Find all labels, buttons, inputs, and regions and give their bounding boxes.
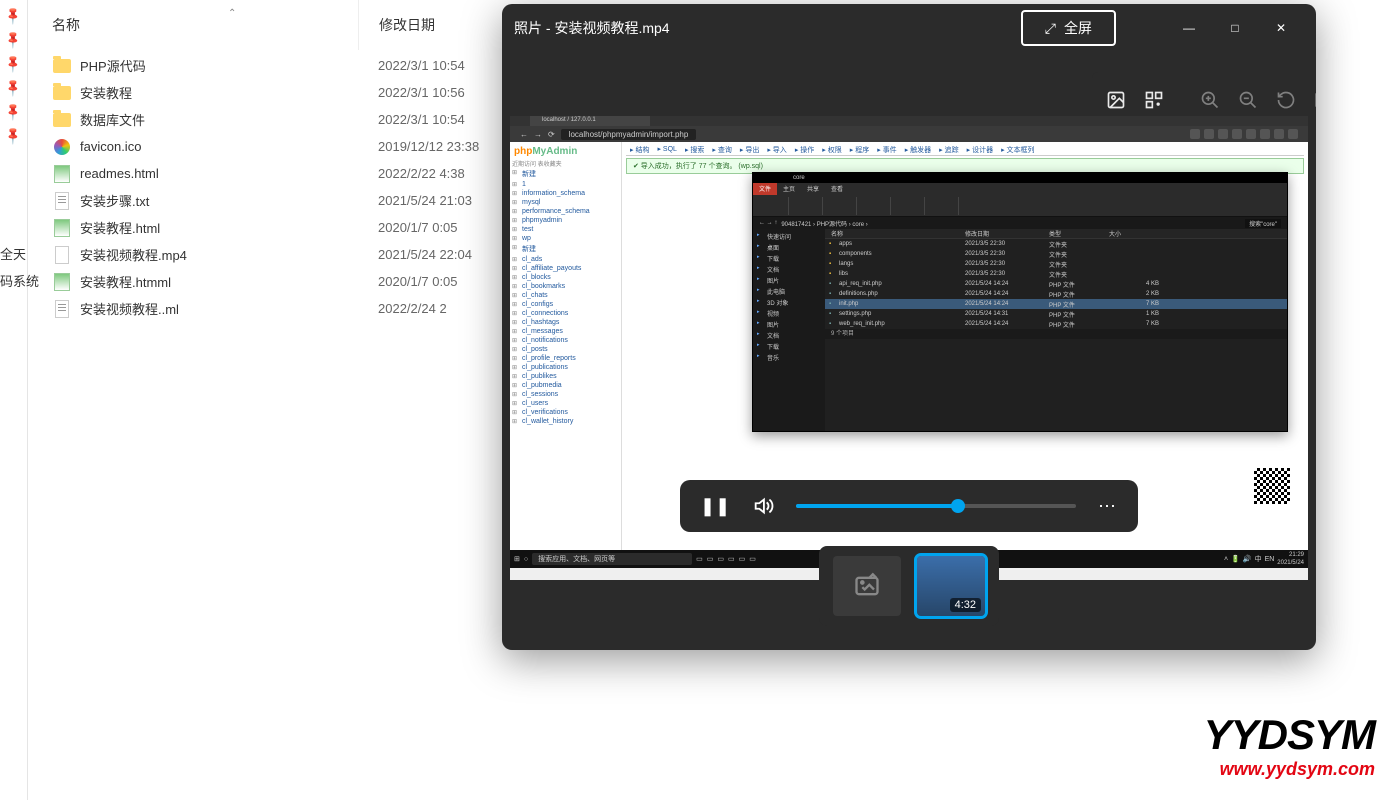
inner-explorer-window: core 文件主页共享查看 ← → ↑904817421 › PHP源代码 › … xyxy=(752,172,1288,432)
seek-slider[interactable] xyxy=(796,504,1076,508)
browser-addressbar: ← → ⟳ localhost/phpmyadmin/import.php xyxy=(510,126,1308,142)
inner-title: core xyxy=(753,173,1287,183)
file-list: PHP源代码2022/3/1 10:54安装教程2022/3/1 10:56数据… xyxy=(28,52,558,322)
file-row[interactable]: 安装视频教程.mp42021/5/24 22:04 xyxy=(28,241,558,268)
txt-icon xyxy=(52,191,72,211)
window-title: 照片 - 安装视频教程.mp4 xyxy=(514,18,670,38)
inner-search: 搜索"core" xyxy=(1245,219,1281,228)
seek-fill xyxy=(796,504,958,508)
strip-time-badge: 4:32 xyxy=(950,598,981,612)
ico-icon xyxy=(52,137,72,157)
inner-statusbar: 9 个项目 xyxy=(825,329,1287,339)
html-icon xyxy=(52,218,72,238)
html-icon xyxy=(52,272,72,292)
file-row[interactable]: 安装步骤.txt2021/5/24 21:03 xyxy=(28,187,558,214)
forward-icon: → xyxy=(534,130,542,139)
pma-tabs: ▸ 结构▸ SQL▸ 搜索▸ 查询▸ 导出▸ 导入▸ 操作▸ 权限▸ 程序▸ 事… xyxy=(626,144,1304,156)
media-strip: 4:32 xyxy=(819,546,999,626)
pin-icon: 📌 xyxy=(3,125,26,148)
ribbon: 文件主页共享查看 xyxy=(753,183,1287,217)
explorer-pin-strip: 📌 📌 📌 📌 📌 📌 xyxy=(0,0,28,800)
pin-icon: 📌 xyxy=(3,5,26,28)
explorer-column-headers[interactable]: ⌃ 名称 修改日期 xyxy=(28,0,558,50)
pin-icon: 📌 xyxy=(3,101,26,124)
folder-icon xyxy=(52,110,72,130)
close-button[interactable]: ✕ xyxy=(1258,12,1304,44)
phpmyadmin-sidebar: phpMyAdmin 近期访问 表收藏夹 新建1information_sche… xyxy=(510,142,622,550)
file-row[interactable]: 数据库文件2022/3/1 10:54 xyxy=(28,106,558,133)
seek-thumb[interactable] xyxy=(951,499,965,513)
reload-icon: ⟳ xyxy=(548,130,555,139)
mp4-icon xyxy=(52,245,72,265)
edit-image-icon[interactable] xyxy=(1314,83,1316,117)
file-row[interactable]: 安装教程.htmml2020/1/7 0:05 xyxy=(28,268,558,295)
titlebar[interactable]: 照片 - 安装视频教程.mp4 ⤢ 全屏 — □ ✕ xyxy=(502,4,1316,52)
html-icon xyxy=(52,164,72,184)
file-row[interactable]: 安装视频教程..ml2022/2/24 2 xyxy=(28,295,558,322)
inner-file-list: 名称修改日期类型大小 apps2021/3/5 22:30文件夹componen… xyxy=(825,229,1287,431)
taskbar-search: 搜索应用、文档、网页等 xyxy=(532,553,692,565)
phpmyadmin-logo: phpMyAdmin xyxy=(512,144,619,159)
playbar-more-button[interactable]: ⋯ xyxy=(1098,496,1118,517)
apps-icon[interactable] xyxy=(1144,83,1164,117)
folder-icon xyxy=(52,56,72,76)
qr-code xyxy=(1252,466,1292,506)
file-row[interactable]: 安装教程2022/3/1 10:56 xyxy=(28,79,558,106)
browser-tabbar: localhost / 127.0.0.1 xyxy=(510,116,1308,126)
txt-icon xyxy=(52,299,72,319)
fullscreen-button[interactable]: ⤢ 全屏 xyxy=(1021,10,1116,46)
zoom-in-icon[interactable] xyxy=(1200,83,1220,117)
watermark: YYDSYM www.yydsym.com xyxy=(1204,711,1375,780)
url-text: localhost/phpmyadmin/import.php xyxy=(561,129,697,140)
fullscreen-icon: ⤢ xyxy=(1045,20,1056,37)
gallery-icon[interactable] xyxy=(1106,83,1126,117)
strip-item-image[interactable] xyxy=(833,556,901,616)
rotate-icon[interactable] xyxy=(1276,83,1296,117)
pin-icon: 📌 xyxy=(3,53,26,76)
back-icon: ← xyxy=(520,130,528,139)
pin-icon: 📌 xyxy=(3,77,26,100)
video-playbar[interactable]: ❚❚ ⋯ xyxy=(680,480,1138,532)
photos-app-window: 照片 - 安装视频教程.mp4 ⤢ 全屏 — □ ✕ xyxy=(502,4,1316,650)
folder-icon xyxy=(52,83,72,103)
maximize-button[interactable]: □ xyxy=(1212,12,1258,44)
strip-item-video[interactable]: 4:32 xyxy=(917,556,985,616)
volume-button[interactable] xyxy=(752,495,774,517)
sort-indicator-icon: ⌃ xyxy=(228,8,236,19)
file-row[interactable]: PHP源代码2022/3/1 10:54 xyxy=(28,52,558,79)
breadcrumb: ← → ↑904817421 › PHP源代码 › core › 搜索"core… xyxy=(753,217,1287,229)
file-row[interactable]: readmes.html2022/2/22 4:38 xyxy=(28,160,558,187)
file-row[interactable]: 安装教程.html2020/1/7 0:05 xyxy=(28,214,558,241)
browser-tab: localhost / 127.0.0.1 xyxy=(530,116,650,126)
pin-icon: 📌 xyxy=(3,29,26,52)
file-row[interactable]: favicon.ico2019/12/12 23:38 xyxy=(28,133,558,160)
minimize-button[interactable]: — xyxy=(1166,12,1212,44)
pause-button[interactable]: ❚❚ xyxy=(700,496,730,517)
zoom-out-icon[interactable] xyxy=(1238,83,1258,117)
column-name[interactable]: 名称 xyxy=(28,15,358,35)
inner-nav: 快速访问桌面下载文档图片此电脑3D 对象视频图片文档下载音乐 xyxy=(753,229,825,431)
extension-icons xyxy=(702,129,1298,139)
start-icon: ⊞ xyxy=(514,555,520,563)
